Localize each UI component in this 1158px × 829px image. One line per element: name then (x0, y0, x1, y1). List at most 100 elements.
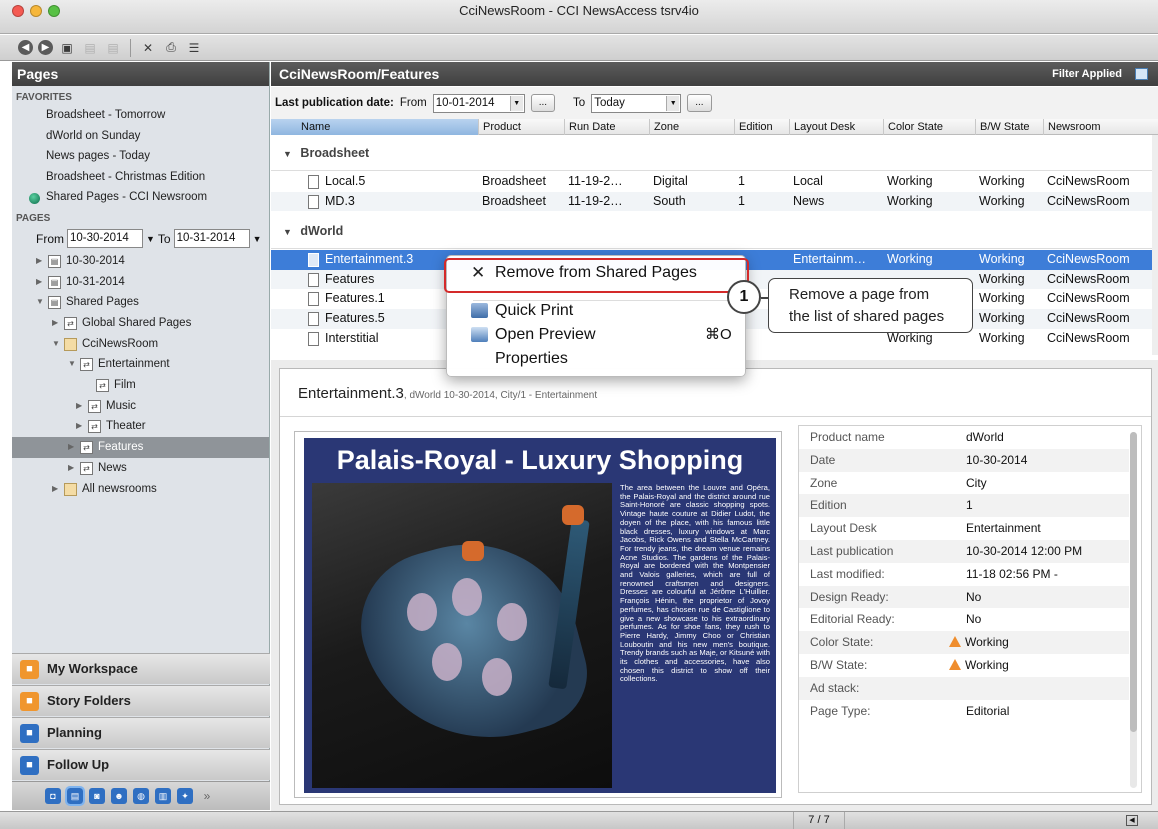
tree-item[interactable]: ▶ ⇄ Theater (12, 416, 269, 437)
table-row[interactable]: MD.3 Broadsheet 11-19-2… South 1 News Working W… (271, 191, 1158, 212)
forward-icon[interactable]: ▶ (38, 40, 53, 55)
shoe-heel-tip (562, 505, 584, 525)
stories-module-icon[interactable]: ◙ (89, 788, 105, 804)
tree-item[interactable]: ▶ ▤ 10-31-2014 (12, 272, 269, 293)
column-header[interactable]: B/W State (975, 119, 1043, 135)
print-icon[interactable]: ⎙ (162, 39, 180, 57)
table-cell: 11-19-2… (568, 193, 623, 208)
column-header[interactable]: Newsroom (1043, 119, 1158, 135)
column-header[interactable]: Color State (883, 119, 975, 135)
filter-to-button[interactable]: ... (687, 94, 712, 112)
tree-item[interactable]: ⇄ Film (12, 375, 269, 396)
tree-item[interactable]: ▶ ⇄ Global Shared Pages (12, 313, 269, 334)
table-cell: Working (887, 252, 933, 267)
column-header[interactable]: Zone (649, 119, 734, 135)
disclosure-closed-icon[interactable]: ▶ (76, 396, 82, 416)
warning-icon (949, 659, 961, 670)
property-name: Date (810, 452, 836, 467)
disclosure-closed-icon[interactable]: ▶ (36, 272, 42, 292)
disclosure-open-icon[interactable]: ▼ (52, 334, 60, 354)
disclosure-closed-icon[interactable]: ▶ (68, 437, 74, 457)
nav-button[interactable]: ■ Follow Up (12, 749, 270, 780)
table-scrollbar[interactable] (1152, 135, 1158, 355)
favorite-label: Broadsheet - Christmas Edition (46, 170, 206, 183)
favorite-item[interactable]: Shared Pages - CCI Newsroom (12, 187, 269, 208)
chevron-down-icon[interactable]: ▼ (253, 234, 262, 244)
tree-item[interactable]: ▶ ▤ 10-30-2014 (12, 251, 269, 272)
page-thumbnail[interactable]: Palais-Royal - Luxury Shopping The area … (294, 431, 782, 798)
tips-module-icon[interactable]: ✦ (177, 788, 193, 804)
column-header[interactable]: Edition (734, 119, 789, 135)
property-value: 11-18 02:56 PM - (966, 566, 1058, 581)
shoe-pattern (497, 603, 527, 641)
menu-item-open-preview[interactable]: Open Preview ⌘O (471, 323, 732, 347)
nav-button[interactable]: ■ Planning (12, 717, 270, 748)
filter-from-select[interactable]: 10-01-2014 ▼ (432, 93, 525, 113)
disclosure-closed-icon[interactable]: ▶ (36, 251, 42, 271)
disclosure-open-icon[interactable]: ▼ (283, 227, 294, 237)
column-header[interactable]: Name (271, 119, 478, 135)
save-icon[interactable]: ▣ (58, 39, 76, 57)
disclosure-open-icon[interactable]: ▼ (68, 354, 76, 374)
reports-module-icon[interactable]: ▥ (155, 788, 171, 804)
view-options-icon[interactable]: ☰ (185, 39, 203, 57)
table-cell: CciNewsRoom (1047, 291, 1130, 306)
tree-item[interactable]: ▶ ⇄ News (12, 458, 269, 479)
shared-icon: ⇄ (88, 399, 101, 413)
copy-icon[interactable]: ▤ (81, 39, 99, 57)
move-icon[interactable]: ▤ (104, 39, 122, 57)
table-cell: CciNewsRoom (1047, 311, 1130, 325)
disclosure-closed-icon[interactable]: ▶ (52, 313, 58, 333)
column-header[interactable]: Run Date (564, 119, 649, 135)
disclosure-open-icon[interactable]: ▼ (36, 292, 44, 312)
group-header[interactable]: ▼ dWorld (271, 213, 1158, 250)
group-header[interactable]: ▼ Broadsheet (271, 135, 1158, 171)
favorite-item[interactable]: News pages - Today (12, 146, 269, 167)
pages-module-icon[interactable]: ▤ (65, 786, 85, 806)
tree-item[interactable]: ▶ ⇄ Music (12, 396, 269, 417)
disclosure-closed-icon[interactable]: ▶ (52, 479, 58, 499)
property-value-text: Working (965, 635, 1009, 650)
filter-icon[interactable] (1135, 68, 1148, 80)
window-title: CciNewsRoom - CCI NewsAccess tsrv4io (459, 3, 699, 18)
favorite-item[interactable]: dWorld on Sunday (12, 126, 269, 147)
property-value: City (966, 475, 987, 490)
close-window-button[interactable] (12, 5, 24, 17)
zoom-window-button[interactable] (48, 5, 60, 17)
tree-item[interactable]: ▼ ▤ Shared Pages (12, 292, 269, 313)
publication-filter-bar: Last publication date: From 10-01-2014 ▼ … (271, 87, 1158, 119)
menu-item-quick-print[interactable]: Quick Print (471, 299, 573, 323)
window-controls (12, 5, 60, 17)
filter-from-button[interactable]: ... (530, 94, 556, 112)
column-header[interactable]: Product (478, 119, 564, 135)
disclosure-open-icon[interactable]: ▼ (283, 149, 294, 159)
pages-to-field[interactable]: 10-31-2014 (173, 229, 250, 249)
disclosure-closed-icon[interactable]: ▶ (76, 416, 82, 436)
menu-item-properties[interactable]: Properties (495, 347, 568, 371)
tree-item-label: All newsrooms (82, 482, 157, 495)
more-modules-icon[interactable]: » (199, 788, 215, 804)
chevron-down-icon[interactable]: ▼ (146, 234, 155, 244)
tree-item[interactable]: ▶ All newsrooms (12, 479, 269, 500)
favorite-item[interactable]: Broadsheet - Christmas Edition (12, 167, 269, 188)
table-row[interactable]: Local.5 Broadsheet 11-19-2… Digital 1 Local Wo… (271, 172, 1158, 192)
disclosure-closed-icon[interactable]: ▶ (68, 458, 74, 478)
column-header[interactable]: Layout Desk (789, 119, 883, 135)
minimize-window-button[interactable] (30, 5, 42, 17)
collapse-panel-icon[interactable]: ◀ (1126, 815, 1138, 826)
tree-item[interactable]: ▼ ⇄ Entertainment (12, 354, 269, 375)
property-name: Ad stack: (810, 680, 860, 695)
filter-to-select[interactable]: Today ▼ (591, 93, 682, 113)
pages-from-field[interactable]: 10-30-2014 (67, 229, 143, 249)
remove-icon[interactable]: ✕ (139, 39, 157, 57)
workspace-module-icon[interactable]: ◘ (45, 788, 61, 804)
back-icon[interactable]: ◀ (18, 40, 33, 55)
tree-item[interactable]: ▼ CciNewsRoom (12, 334, 269, 355)
nav-button[interactable]: ■ My Workspace (12, 653, 270, 684)
tree-item[interactable]: ▶ ⇄ Features (12, 437, 269, 458)
favorite-item[interactable]: Broadsheet - Tomorrow (12, 105, 269, 126)
nav-button[interactable]: ■ Story Folders (12, 685, 270, 716)
web-module-icon[interactable]: ◍ (133, 788, 149, 804)
people-module-icon[interactable]: ☻ (111, 788, 127, 804)
properties-scrollbar[interactable] (1130, 432, 1137, 788)
